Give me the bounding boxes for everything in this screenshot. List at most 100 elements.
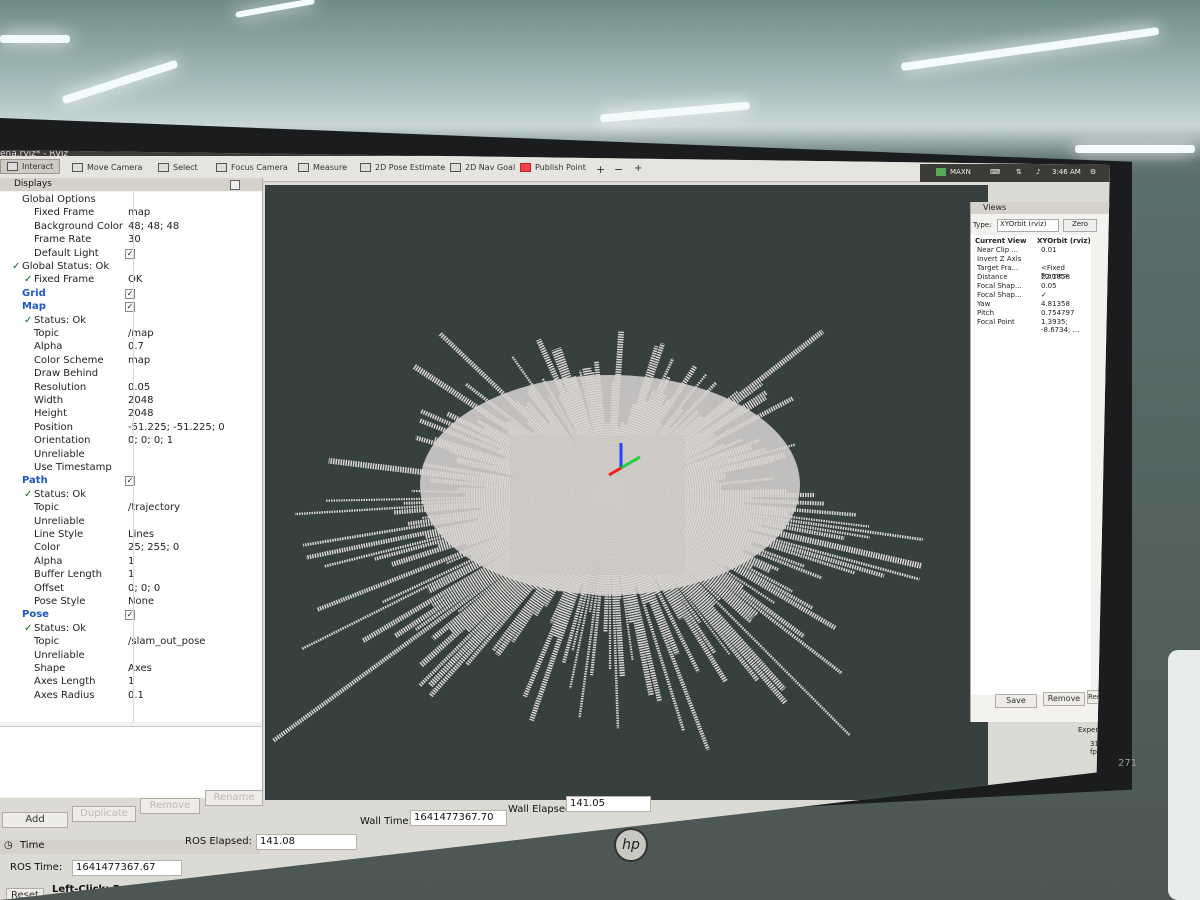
display-property-row[interactable]: Topic/slam_out_pose (0, 636, 260, 649)
display-property-row[interactable]: Width 2048 (0, 395, 260, 408)
clock[interactable]: 3:46 AM (1052, 168, 1081, 176)
display-property-row[interactable]: Path ✓ (0, 475, 260, 488)
property-value[interactable]: 0; 0; 0; 1 (128, 435, 173, 446)
render-viewport[interactable] (265, 185, 988, 800)
display-property-row[interactable]: Line Style Lines (0, 529, 260, 542)
property-value[interactable]: map (128, 207, 150, 218)
view-property-value[interactable]: 22.1858 (1041, 273, 1070, 281)
display-property-row[interactable]: Draw Behind (0, 368, 260, 381)
property-value[interactable]: 25; 255; 0 (128, 542, 179, 553)
view-property-value[interactable]: 0.754797 (1041, 309, 1074, 317)
nav-goal-tool-button[interactable]: 2D Nav Goal (450, 163, 515, 172)
display-property-row[interactable]: ✓ Global Status: Ok (0, 261, 260, 274)
display-property-row[interactable]: Color Scheme map (0, 355, 260, 368)
display-property-row[interactable]: Map ✓ (0, 301, 260, 314)
display-property-row[interactable]: Resolution 0.05 (0, 382, 260, 395)
property-value[interactable]: /slam_out_pose (128, 636, 205, 647)
display-property-row[interactable]: ✓ Status: Ok (0, 489, 260, 502)
display-property-row[interactable]: Unreliable (0, 516, 260, 529)
ros-time-field[interactable]: 1641477367.67 (72, 860, 182, 876)
display-property-row[interactable]: Alpha 0.7 (0, 341, 260, 354)
select-icon (158, 163, 169, 172)
pose-estimate-tool-button[interactable]: 2D Pose Estimate (360, 163, 445, 172)
display-property-row[interactable]: Position -51.225; -51.225; 0 (0, 422, 260, 435)
display-property-row[interactable]: Buffer Length 1 (0, 569, 260, 582)
move-camera-tool-button[interactable]: Move Camera (72, 163, 142, 172)
property-label: Alpha (34, 555, 63, 567)
display-property-row[interactable]: Background Color 48; 48; 48 (0, 221, 260, 234)
property-value[interactable]: 0.1 (128, 690, 144, 701)
display-property-row[interactable]: Fixed Frame map (0, 207, 260, 220)
property-value[interactable]: None (128, 596, 154, 607)
property-value[interactable]: 48; 48; 48 (128, 221, 179, 232)
property-value[interactable]: 0.05 (128, 382, 150, 393)
display-property-row[interactable]: Axes Length 1 (0, 676, 260, 689)
display-property-row[interactable]: Topic/map (0, 328, 260, 341)
property-label: Global Options (22, 194, 96, 205)
property-value[interactable]: 0.7 (128, 341, 144, 352)
view-property-value[interactable]: 0.01 (1041, 246, 1057, 254)
property-value[interactable]: Axes (128, 663, 152, 674)
ceiling-light (61, 59, 179, 105)
display-property-row[interactable]: Global Options (0, 194, 260, 207)
property-value[interactable]: /map (128, 328, 154, 339)
tool-properties-button[interactable]: + (634, 163, 642, 174)
property-value[interactable]: 2048 (128, 408, 153, 419)
wall-elapsed-label: Wall Elapsed: (508, 804, 575, 815)
display-property-row[interactable]: ✓ Status: Ok (0, 315, 260, 328)
view-property-value[interactable]: 1.3935; -8.6734; ... (1041, 318, 1091, 334)
wall-elapsed-field[interactable]: 141.05 (566, 796, 651, 812)
display-property-row[interactable]: Color 25; 255; 0 (0, 542, 260, 555)
publish-point-tool-button[interactable]: Publish Point (520, 163, 586, 172)
view-type-select[interactable]: XYOrbit (rviz) (997, 219, 1059, 232)
display-property-row[interactable]: Axes Radius 0.1 (0, 690, 260, 703)
display-property-row[interactable]: ✓ Fixed Frame OK (0, 274, 260, 287)
property-value[interactable]: -51.225; -51.225; 0 (128, 422, 225, 433)
interact-tool-button[interactable]: Interact (0, 159, 61, 174)
view-property-value[interactable]: 0.05 (1041, 282, 1057, 290)
measure-tool-button[interactable]: Measure (298, 163, 347, 172)
views-panel: Views Type: XYOrbit (rviz) Zero Current … (970, 202, 1110, 722)
focus-camera-tool-button[interactable]: Focus Camera (216, 163, 288, 172)
view-properties-tree: Current View XYOrbit (rviz) Near Clip ..… (971, 235, 1091, 695)
wall-time-label: Wall Time: (360, 816, 412, 827)
property-value[interactable]: 2048 (128, 395, 153, 406)
view-property-value[interactable]: 4.81358 (1041, 300, 1070, 308)
displays-tree: Global Options Fixed Frame map Background C… (0, 192, 262, 722)
reset-button[interactable]: Reset (6, 888, 44, 900)
display-property-row[interactable]: Offset 0; 0; 0 (0, 583, 260, 596)
display-property-row[interactable]: Orientation 0; 0; 0; 1 (0, 435, 260, 448)
display-property-row[interactable]: Unreliable (0, 449, 260, 462)
zero-view-button[interactable]: Zero (1063, 219, 1097, 232)
display-property-row[interactable]: Shape Axes (0, 663, 260, 676)
display-property-row[interactable]: Frame Rate 30 (0, 234, 260, 247)
select-tool-button[interactable]: Select (158, 163, 198, 172)
display-property-row[interactable]: Use Timestamp (0, 462, 260, 475)
display-property-row[interactable]: Topic/trajectory (0, 502, 260, 515)
display-property-row[interactable]: Grid ✓ (0, 288, 260, 301)
remove-view-button[interactable]: Remove (1043, 692, 1085, 706)
view-property-label: Focal Point (977, 318, 1015, 326)
property-value[interactable]: 30 (128, 234, 141, 245)
property-value[interactable]: /trajectory (128, 502, 180, 513)
display-property-row[interactable]: Default Light ✓ (0, 248, 260, 261)
displays-panel: Displays Global Options Fixed Frame map Bac… (0, 178, 263, 798)
add-tool-button[interactable]: + (596, 163, 605, 176)
save-view-button[interactable]: Save (995, 694, 1037, 708)
wall-time-field[interactable]: 1641477367.70 (410, 810, 507, 826)
display-property-row[interactable]: Height 2048 (0, 408, 260, 421)
ros-elapsed-field[interactable]: 141.08 (256, 834, 357, 850)
remove-tool-button[interactable]: − (614, 163, 623, 176)
property-value[interactable]: map (128, 355, 150, 366)
property-value[interactable]: OK (128, 274, 142, 285)
display-property-row[interactable]: Pose Style None (0, 596, 260, 609)
property-value[interactable]: Lines (128, 529, 154, 540)
property-label: Unreliable (34, 448, 85, 460)
display-property-row[interactable]: Alpha 1 (0, 556, 260, 569)
display-property-row[interactable]: Pose ✓ (0, 609, 260, 622)
display-property-row[interactable]: Unreliable (0, 650, 260, 663)
close-panel-button[interactable] (230, 180, 240, 190)
settings-gear-icon[interactable]: ⚙ (1090, 168, 1096, 176)
view-property-value[interactable]: ✓ (1041, 291, 1047, 299)
display-property-row[interactable]: ✓ Status: Ok (0, 623, 260, 636)
